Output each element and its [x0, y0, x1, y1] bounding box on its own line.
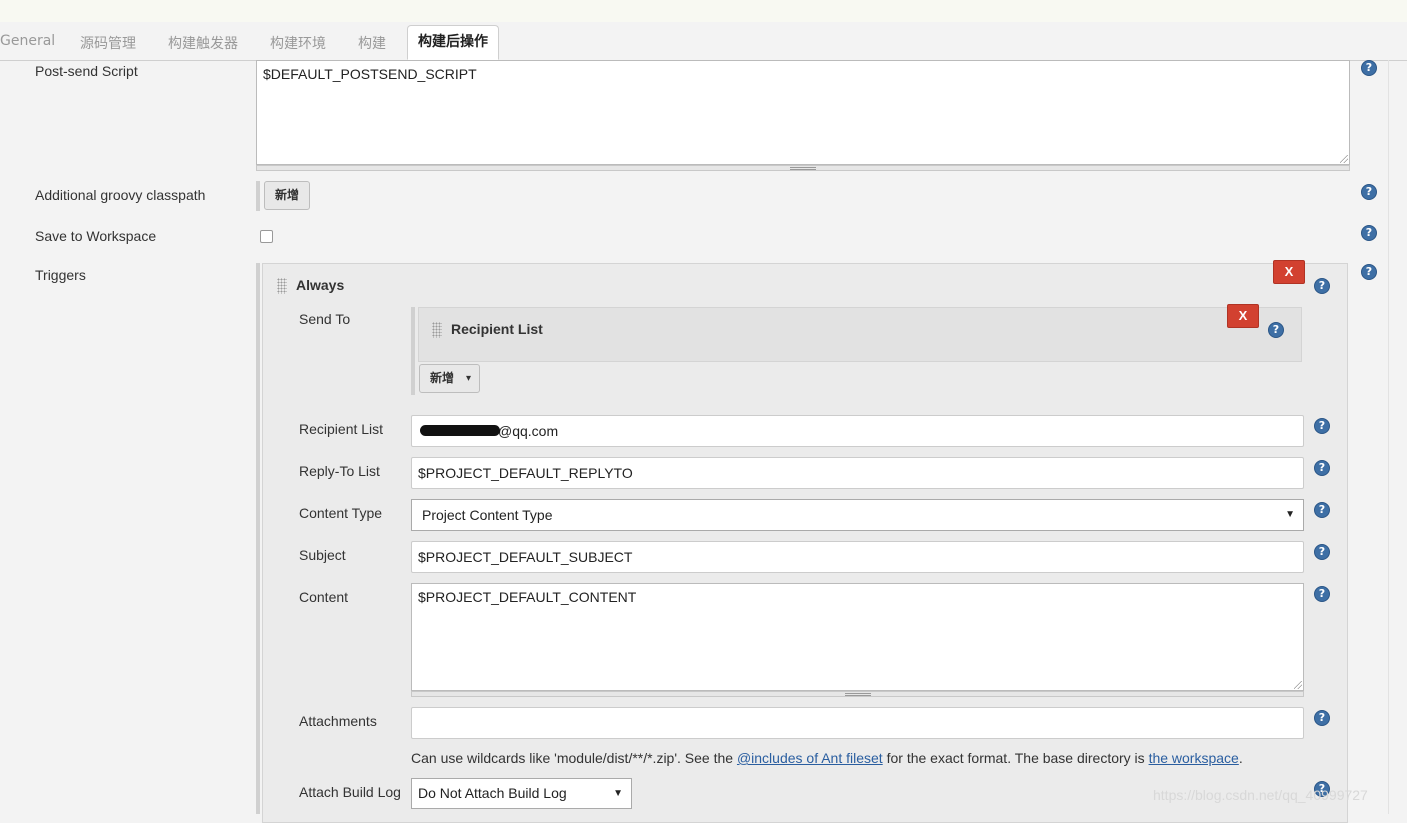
resize-grip-icon[interactable]: [1340, 155, 1348, 163]
content-type-help-icon[interactable]: ?: [1314, 502, 1330, 518]
redaction-mark: [420, 425, 500, 436]
attachments-note-suffix: .: [1238, 750, 1243, 766]
tab-build[interactable]: 构建: [358, 33, 386, 53]
attachments-help-icon[interactable]: ?: [1314, 710, 1330, 726]
attach-build-log-select[interactable]: Do Not Attach Build Log ▼: [411, 778, 632, 809]
groovy-classpath-label: Additional groovy classpath: [35, 187, 206, 203]
groovy-classpath-add-button[interactable]: 新增: [264, 181, 310, 210]
tab-post-build-actions[interactable]: 构建后操作: [407, 25, 499, 60]
recipient-list-help-icon[interactable]: ?: [1314, 418, 1330, 434]
save-to-workspace-checkbox[interactable]: [260, 230, 273, 243]
top-strip: [0, 0, 1407, 23]
attach-build-log-label: Attach Build Log: [299, 784, 401, 800]
delete-recipient-list-button[interactable]: X: [1227, 304, 1259, 328]
content-value: $PROJECT_DEFAULT_CONTENT: [418, 589, 637, 605]
subject-label: Subject: [299, 547, 346, 563]
drag-handle-icon[interactable]: [432, 322, 442, 338]
triggers-label: Triggers: [35, 267, 86, 283]
content-type-value: Project Content Type: [422, 507, 553, 523]
dropdown-arrow-icon: ▼: [613, 788, 623, 799]
resize-grip-icon[interactable]: [1294, 681, 1302, 689]
watermark: https://blog.csdn.net/qq_40999727: [1153, 787, 1368, 803]
reply-to-help-icon[interactable]: ?: [1314, 460, 1330, 476]
right-divider: [1388, 60, 1389, 814]
post-send-script-value: $DEFAULT_POSTSEND_SCRIPT: [263, 66, 477, 82]
tab-general[interactable]: General: [0, 33, 55, 49]
subject-help-icon[interactable]: ?: [1314, 544, 1330, 560]
recipient-list-title: Recipient List: [451, 321, 543, 337]
recipient-list-panel: [418, 307, 1302, 362]
attachments-note-prefix: Can use wildcards like 'module/dist/**/*…: [411, 750, 737, 766]
content-type-select[interactable]: Project Content Type ▼: [411, 499, 1304, 531]
send-to-gutter: [411, 307, 415, 395]
attach-build-log-value: Do Not Attach Build Log: [418, 785, 567, 801]
attachments-help-text: Can use wildcards like 'module/dist/**/*…: [411, 750, 1243, 766]
tab-build-triggers[interactable]: 构建触发器: [168, 33, 238, 53]
delete-always-trigger-button[interactable]: X: [1273, 260, 1305, 284]
reply-to-input[interactable]: $PROJECT_DEFAULT_REPLYTO: [411, 457, 1304, 489]
subject-input[interactable]: $PROJECT_DEFAULT_SUBJECT: [411, 541, 1304, 573]
content-label: Content: [299, 589, 349, 605]
triggers-gutter: [256, 263, 260, 814]
post-send-script-textarea[interactable]: $DEFAULT_POSTSEND_SCRIPT: [256, 60, 1350, 165]
content-type-label: Content Type: [299, 505, 383, 521]
tab-build-environment[interactable]: 构建环境: [270, 33, 326, 53]
save-to-workspace-label: Save to Workspace: [35, 228, 157, 244]
post-send-script-label: Post-send Script: [35, 63, 138, 79]
recipient-list-panel-help-icon[interactable]: ?: [1268, 322, 1284, 338]
tab-source-control[interactable]: 源码管理: [80, 33, 136, 53]
triggers-help-icon[interactable]: ?: [1361, 264, 1377, 280]
recipient-list-input[interactable]: @qq.com: [411, 415, 1304, 447]
save-to-workspace-help-icon[interactable]: ?: [1361, 225, 1377, 241]
content-textarea[interactable]: $PROJECT_DEFAULT_CONTENT: [411, 583, 1304, 691]
groovy-classpath-gutter: [256, 181, 260, 211]
groovy-classpath-help-icon[interactable]: ?: [1361, 184, 1377, 200]
drag-handle-icon[interactable]: [277, 278, 287, 294]
recipient-list-label: Recipient List: [299, 421, 384, 437]
post-send-script-help-icon[interactable]: ?: [1361, 60, 1377, 76]
ant-fileset-link[interactable]: @includes of Ant fileset: [737, 750, 883, 766]
reply-to-label: Reply-To List: [299, 463, 380, 479]
workspace-link[interactable]: the workspace: [1149, 750, 1239, 766]
content-resize-handle[interactable]: [411, 691, 1304, 697]
caret-down-icon: ▾: [465, 373, 471, 384]
send-to-add-label: 新增: [430, 371, 455, 385]
attachments-input[interactable]: [411, 707, 1304, 739]
attachments-note-middle: for the exact format. The base directory…: [882, 750, 1149, 766]
always-trigger-title: Always: [296, 277, 345, 293]
dropdown-arrow-icon: ▼: [1285, 509, 1295, 520]
always-trigger-help-icon[interactable]: ?: [1314, 278, 1330, 294]
attachments-label: Attachments: [299, 713, 377, 729]
config-tab-bar: General 源码管理 构建触发器 构建环境 构建 构建后操作: [0, 22, 1407, 61]
send-to-label: Send To: [299, 311, 351, 327]
content-help-icon[interactable]: ?: [1314, 586, 1330, 602]
send-to-add-dropdown-button[interactable]: 新增 ▾: [419, 364, 480, 393]
post-send-script-resize-handle[interactable]: [256, 165, 1350, 171]
